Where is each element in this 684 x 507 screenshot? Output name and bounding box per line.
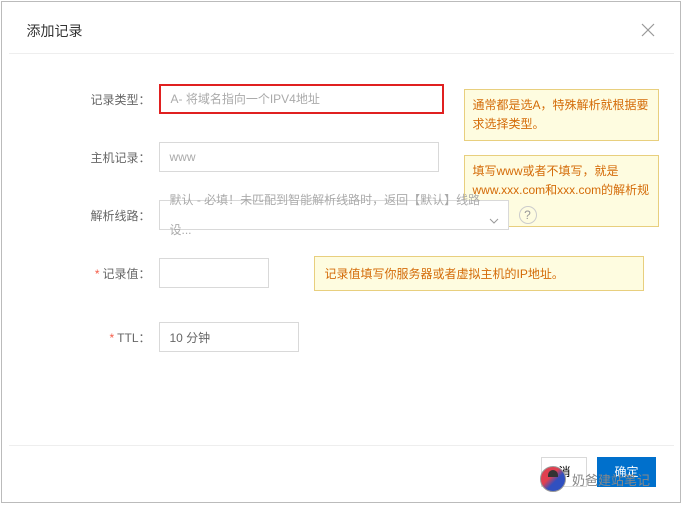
ttl-value: 10 分钟 — [170, 331, 211, 345]
add-record-dialog: 添加记录 通常都是选A，特殊解析就根据要求选择类型。 填写www或者不填写，就是… — [9, 7, 674, 497]
avatar-icon — [540, 466, 566, 492]
row-ttl: *TTL： 10 分钟 — [29, 322, 654, 352]
dialog-header: 添加记录 — [9, 7, 674, 54]
dialog-title: 添加记录 — [27, 23, 83, 39]
row-line: 解析线路： 默认 - 必填！未匹配到智能解析线路时，返回【默认】线路设... ? — [29, 200, 654, 230]
row-host: 主机记录： www — [29, 142, 654, 172]
label-host: 主机记录： — [29, 149, 159, 166]
line-value: 默认 - 必填！未匹配到智能解析线路时，返回【默认】线路设... — [170, 185, 484, 245]
row-record-value: *记录值： 记录值填写你服务器或者虚拟主机的IP地址。 — [29, 258, 654, 288]
host-input[interactable]: www — [159, 142, 439, 172]
chevron-down-icon — [488, 208, 500, 238]
watermark: 奶爸建站笔记 — [540, 466, 650, 492]
label-ttl: *TTL： — [29, 329, 159, 346]
label-record-value: *记录值： — [29, 265, 159, 282]
dialog-body: 记录类型： A- 将域名指向一个IPV4地址 主机记录： www 解析线路： 默… — [9, 54, 674, 390]
row-record-type: 记录类型： A- 将域名指向一个IPV4地址 — [29, 84, 654, 114]
annotation-record-value: 记录值填写你服务器或者虚拟主机的IP地址。 — [314, 256, 644, 291]
watermark-text: 奶爸建站笔记 — [572, 470, 650, 489]
label-line: 解析线路： — [29, 207, 159, 224]
label-record-type: 记录类型： — [29, 91, 159, 108]
record-value-input[interactable] — [159, 258, 269, 288]
record-type-value: A- 将域名指向一个IPV4地址 — [171, 84, 320, 114]
close-icon[interactable] — [640, 22, 656, 38]
host-value: www — [170, 142, 196, 172]
help-icon[interactable]: ? — [519, 206, 537, 224]
ttl-select[interactable]: 10 分钟 — [159, 322, 299, 352]
record-type-select[interactable]: A- 将域名指向一个IPV4地址 — [159, 84, 444, 114]
line-select[interactable]: 默认 - 必填！未匹配到智能解析线路时，返回【默认】线路设... — [159, 200, 509, 230]
